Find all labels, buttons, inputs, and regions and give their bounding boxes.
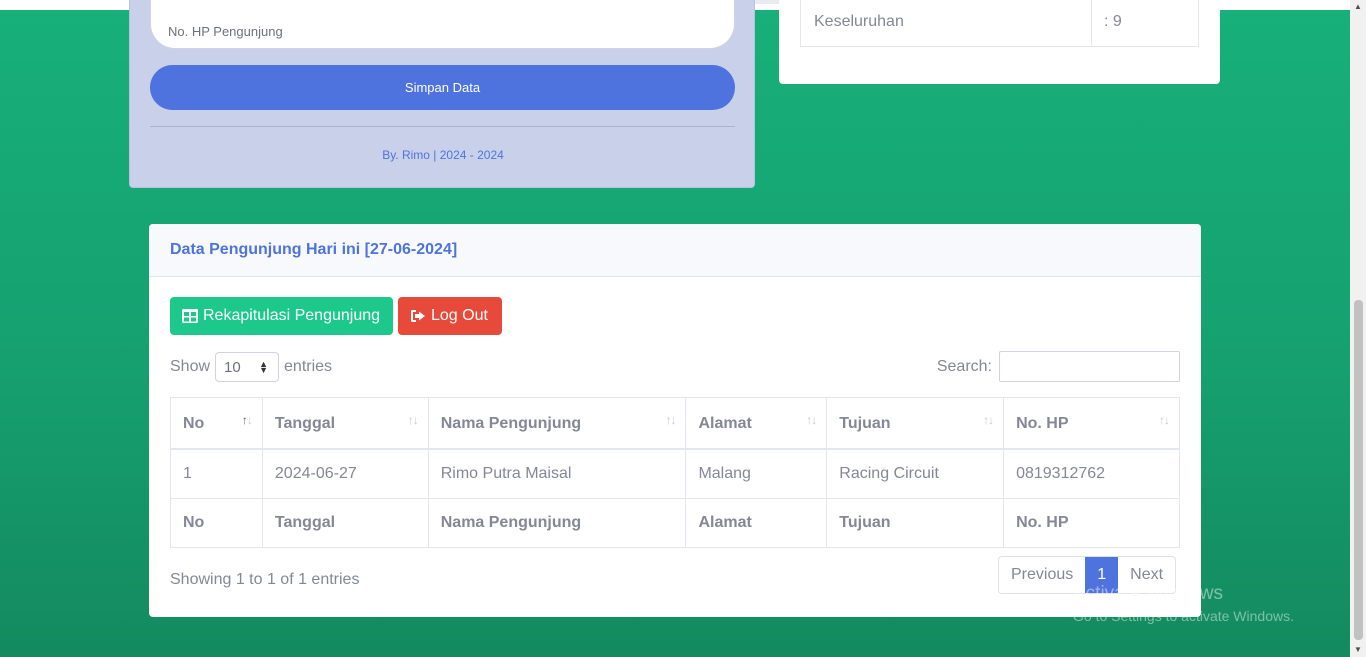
column-header-no[interactable]: No ↑↓	[170, 397, 263, 450]
table-header-row: No ↑↓ Tanggal ↑↓ Nama Pengunjung ↑↓ Alam…	[170, 397, 1180, 450]
phone-number-input[interactable]	[150, 0, 735, 49]
cell-alamat: Malang	[685, 448, 828, 499]
search-input[interactable]	[999, 351, 1180, 382]
entries-select[interactable]: 10 ▲ ▼	[215, 352, 280, 382]
column-header-tanggal[interactable]: Tanggal ↑↓	[261, 397, 429, 450]
table-search: Search:	[937, 351, 1180, 382]
today-visitors-card: Data Pengunjung Hari ini [27-06-2024] Re…	[149, 224, 1201, 617]
sort-icon: ↑↓	[665, 413, 676, 427]
show-label: Show	[170, 358, 211, 375]
rekap-visitors-button[interactable]: Rekapitulasi Pengunjung	[170, 297, 393, 335]
cell-nohp: 0819312762	[1003, 448, 1180, 499]
cell-no: 1	[170, 448, 263, 499]
search-label: Search:	[936, 357, 992, 375]
windows-activation-subtitle: Go to Settings to activate Windows.	[1073, 608, 1294, 624]
entries-label: entries	[284, 358, 333, 375]
page-scrollbar[interactable]: ▲ ▼	[1350, 0, 1366, 657]
footer-no: No	[170, 498, 263, 548]
save-data-button[interactable]: Simpan Data	[150, 65, 735, 110]
footer-nohp: No. HP	[1003, 498, 1180, 548]
sort-icon: ↑↓	[806, 413, 817, 427]
table-icon	[182, 308, 198, 324]
sign-out-icon	[410, 308, 426, 324]
table-footer-row: No Tanggal Nama Pengunjung Alamat Tujuan…	[170, 498, 1180, 548]
sort-icon: ↑↓	[407, 413, 419, 427]
scrollbar-thumb[interactable]	[1354, 300, 1363, 640]
footer-tujuan: Tujuan	[826, 498, 1005, 548]
table-info: Showing 1 to 1 of 1 entries	[170, 571, 360, 588]
column-header-nohp[interactable]: No. HP ↑↓	[1003, 397, 1180, 450]
windows-activation-title: Activate Windows	[1073, 583, 1223, 604]
logout-button-label: Log Out	[431, 307, 488, 324]
form-footer-credit: By. Rimo | 2024 - 2024	[382, 148, 504, 162]
scroll-down-icon[interactable]: ▼	[1350, 643, 1366, 657]
rekap-button-label: Rekapitulasi Pengunjung	[203, 307, 381, 324]
column-header-alamat[interactable]: Alamat ↑↓	[685, 397, 828, 450]
logout-button[interactable]: Log Out	[398, 297, 502, 335]
column-header-nama[interactable]: Nama Pengunjung ↑↓	[427, 397, 687, 450]
card-title: Data Pengunjung Hari ini [27-06-2024]	[149, 224, 1201, 277]
scroll-up-icon[interactable]: ▲	[1350, 0, 1366, 14]
sort-asc-icon: ↑↓	[241, 413, 253, 427]
form-divider	[150, 126, 735, 127]
footer-nama: Nama Pengunjung	[427, 498, 687, 548]
visitor-form-card: Simpan Data By. Rimo | 2024 - 2024	[129, 0, 755, 188]
stats-total-label: Keseluruhan	[801, 0, 1092, 46]
sort-icon: ↑↓	[1159, 413, 1170, 427]
table-row: 1 2024-06-27 Rimo Putra Maisal Malang Ra…	[170, 448, 1180, 499]
select-caret-icon: ▲ ▼	[259, 359, 269, 375]
entries-select-value: 10	[224, 359, 241, 376]
cell-tujuan: Racing Circuit	[826, 448, 1005, 499]
cell-nama: Rimo Putra Maisal	[427, 448, 687, 499]
sort-icon: ↑↓	[983, 413, 994, 427]
visitor-stats-card: Keseluruhan : 9	[779, 0, 1220, 84]
stats-table: Keseluruhan : 9	[800, 0, 1199, 47]
entries-length-control: Show 10 ▲ ▼ entries	[170, 352, 332, 382]
cell-tanggal: 2024-06-27	[261, 448, 429, 499]
column-header-tujuan[interactable]: Tujuan ↑↓	[826, 397, 1005, 450]
visitors-table: No ↑↓ Tanggal ↑↓ Nama Pengunjung ↑↓ Alam…	[170, 397, 1180, 548]
footer-tanggal: Tanggal	[261, 498, 429, 548]
stats-total-value: : 9	[1104, 13, 1122, 30]
footer-alamat: Alamat	[685, 498, 828, 548]
